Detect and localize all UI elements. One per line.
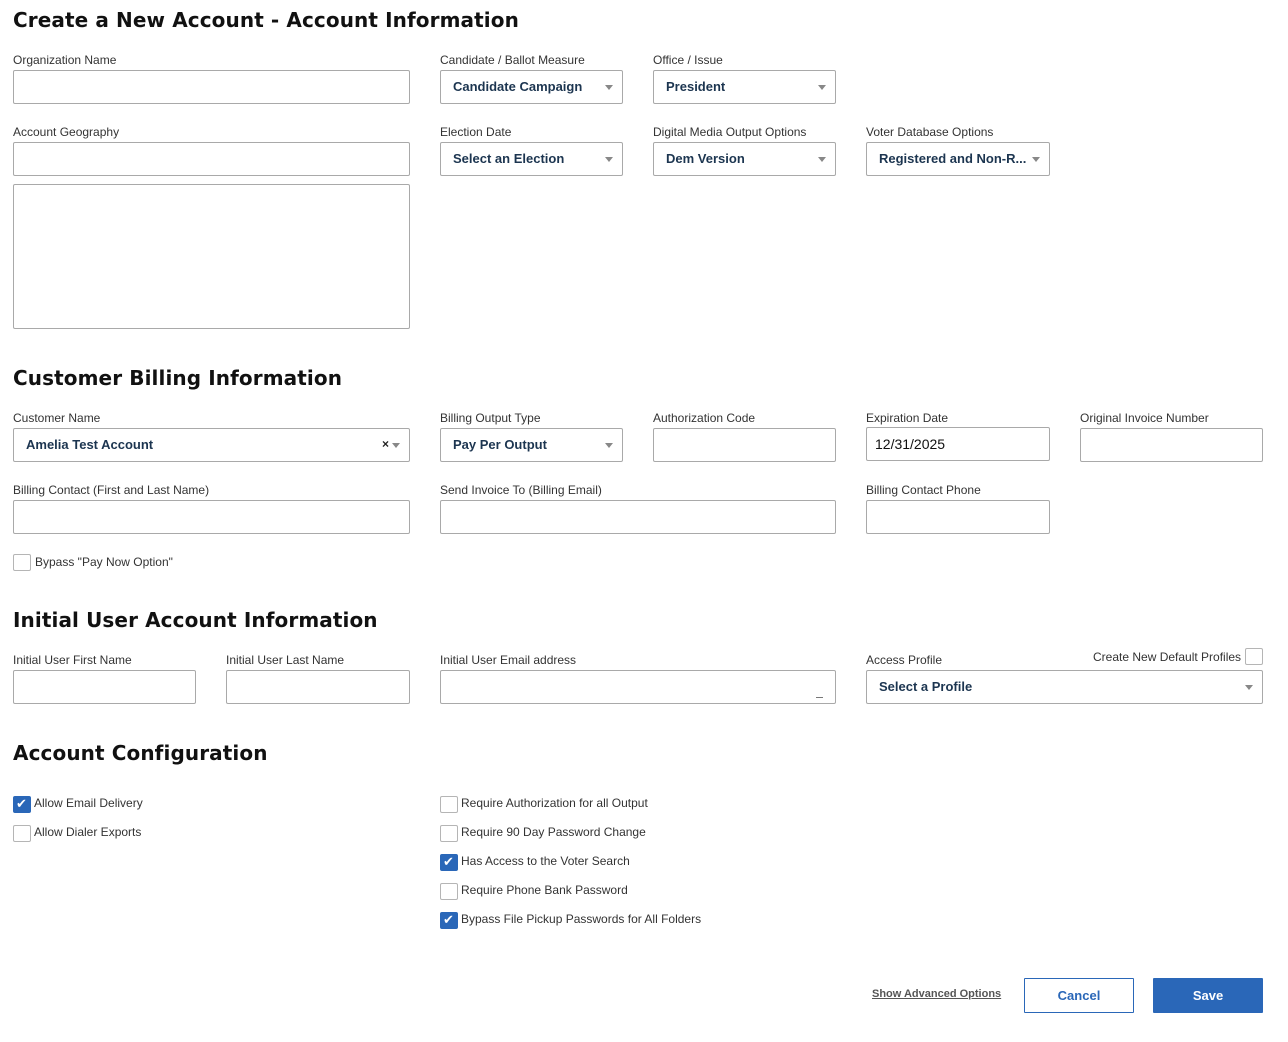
allow-email-delivery-label: Allow Email Delivery — [34, 796, 143, 810]
organization-name-label: Organization Name — [13, 53, 117, 67]
digital-media-select-value: Dem Version — [666, 151, 745, 166]
billing-output-type-select[interactable]: Pay Per Output — [440, 428, 623, 462]
billing-contact-label: Billing Contact (First and Last Name) — [13, 483, 210, 497]
clear-icon[interactable]: × — [382, 437, 389, 451]
customer-name-label: Customer Name — [13, 411, 101, 425]
billing-output-type-value: Pay Per Output — [453, 437, 547, 452]
candidate-label: Candidate / Ballot Measure — [440, 53, 585, 67]
allow-email-delivery-checkbox[interactable] — [13, 796, 31, 813]
chevron-down-icon — [605, 85, 613, 90]
config-section-title: Account Configuration — [13, 741, 268, 765]
allow-dialer-exports-label: Allow Dialer Exports — [34, 825, 142, 839]
user-email-label: Initial User Email address — [440, 653, 577, 667]
send-invoice-field[interactable] — [440, 500, 836, 534]
office-select-value: President — [666, 79, 726, 94]
customer-name-select-value: Amelia Test Account — [26, 437, 154, 452]
bypass-file-pickup-label: Bypass File Pickup Passwords for All Fol… — [461, 912, 702, 926]
voter-database-select[interactable]: Registered and Non-R... — [866, 142, 1050, 176]
candidate-select[interactable]: Candidate Campaign — [440, 70, 623, 104]
chevron-down-icon — [818, 157, 826, 162]
account-geography-input[interactable] — [14, 143, 409, 175]
billing-contact-input[interactable] — [14, 501, 409, 533]
require-password-change-checkbox[interactable] — [440, 825, 458, 842]
default-profiles-label: Create New Default Profiles — [1093, 650, 1242, 664]
last-name-field[interactable] — [226, 670, 410, 704]
billing-section-title: Customer Billing Information — [13, 366, 343, 390]
bypass-pay-now-checkbox[interactable] — [13, 554, 31, 571]
expiration-date-label: Expiration Date — [866, 411, 949, 425]
billing-contact-field[interactable] — [13, 500, 410, 534]
authorization-code-label: Authorization Code — [653, 411, 756, 425]
require-authorization-label: Require Authorization for all Output — [461, 796, 648, 810]
allow-dialer-exports-checkbox[interactable] — [13, 825, 31, 842]
chevron-down-icon — [392, 443, 400, 448]
default-profiles-checkbox[interactable] — [1245, 648, 1263, 665]
access-profile-select-value: Select a Profile — [879, 679, 973, 694]
election-date-select-value: Select an Election — [453, 151, 565, 166]
voter-search-access-label: Has Access to the Voter Search — [461, 854, 630, 868]
show-advanced-options-link[interactable]: Show Advanced Options — [872, 988, 1001, 1000]
account-geography-field[interactable] — [13, 142, 410, 176]
require-authorization-checkbox[interactable] — [440, 796, 458, 813]
chevron-down-icon — [605, 443, 613, 448]
chevron-down-icon — [1245, 685, 1253, 690]
access-profile-label: Access Profile — [866, 653, 943, 667]
voter-search-access-checkbox[interactable] — [440, 854, 458, 871]
cancel-button[interactable]: Cancel — [1024, 978, 1134, 1013]
candidate-select-value: Candidate Campaign — [453, 79, 583, 94]
account-geography-list[interactable] — [13, 184, 410, 329]
text-cursor-icon — [816, 697, 823, 698]
require-password-change-label: Require 90 Day Password Change — [461, 825, 646, 839]
customer-name-select[interactable]: Amelia Test Account × — [13, 428, 410, 462]
chevron-down-icon — [818, 85, 826, 90]
account-geography-label: Account Geography — [13, 125, 120, 139]
digital-media-label: Digital Media Output Options — [653, 125, 807, 139]
election-date-label: Election Date — [440, 125, 512, 139]
digital-media-select[interactable]: Dem Version — [653, 142, 836, 176]
send-invoice-input[interactable] — [441, 501, 835, 533]
last-name-label: Initial User Last Name — [226, 653, 345, 667]
billing-phone-field[interactable] — [866, 500, 1050, 534]
invoice-number-input[interactable] — [1081, 429, 1262, 461]
initial-user-section-title: Initial User Account Information — [13, 608, 378, 632]
expiration-date-input[interactable] — [867, 428, 1049, 460]
phone-bank-password-checkbox[interactable] — [440, 883, 458, 900]
authorization-code-field[interactable] — [653, 428, 836, 462]
invoice-number-field[interactable] — [1080, 428, 1263, 462]
organization-name-input[interactable] — [14, 71, 409, 103]
first-name-field[interactable] — [13, 670, 196, 704]
office-label: Office / Issue — [653, 53, 723, 67]
first-name-label: Initial User First Name — [13, 653, 132, 667]
authorization-code-input[interactable] — [654, 429, 835, 461]
last-name-input[interactable] — [227, 671, 409, 703]
send-invoice-label: Send Invoice To (Billing Email) — [440, 483, 602, 497]
user-email-input[interactable] — [441, 671, 835, 703]
page-title: Create a New Account - Account Informati… — [13, 8, 519, 32]
expiration-date-field[interactable] — [866, 427, 1050, 461]
billing-output-type-label: Billing Output Type — [440, 411, 541, 425]
organization-name-field[interactable] — [13, 70, 410, 104]
bypass-pay-now-label: Bypass "Pay Now Option" — [35, 555, 173, 569]
user-email-field[interactable] — [440, 670, 836, 704]
office-select[interactable]: President — [653, 70, 836, 104]
billing-phone-input[interactable] — [867, 501, 1049, 533]
voter-database-label: Voter Database Options — [866, 125, 994, 139]
billing-phone-label: Billing Contact Phone — [866, 483, 981, 497]
save-button[interactable]: Save — [1153, 978, 1263, 1013]
invoice-number-label: Original Invoice Number — [1080, 411, 1209, 425]
chevron-down-icon — [1032, 157, 1040, 162]
voter-database-select-value: Registered and Non-R... — [879, 151, 1027, 166]
access-profile-select[interactable]: Select a Profile — [866, 670, 1263, 704]
phone-bank-password-label: Require Phone Bank Password — [461, 883, 628, 897]
first-name-input[interactable] — [14, 671, 195, 703]
election-date-select[interactable]: Select an Election — [440, 142, 623, 176]
chevron-down-icon — [605, 157, 613, 162]
bypass-file-pickup-checkbox[interactable] — [440, 912, 458, 929]
